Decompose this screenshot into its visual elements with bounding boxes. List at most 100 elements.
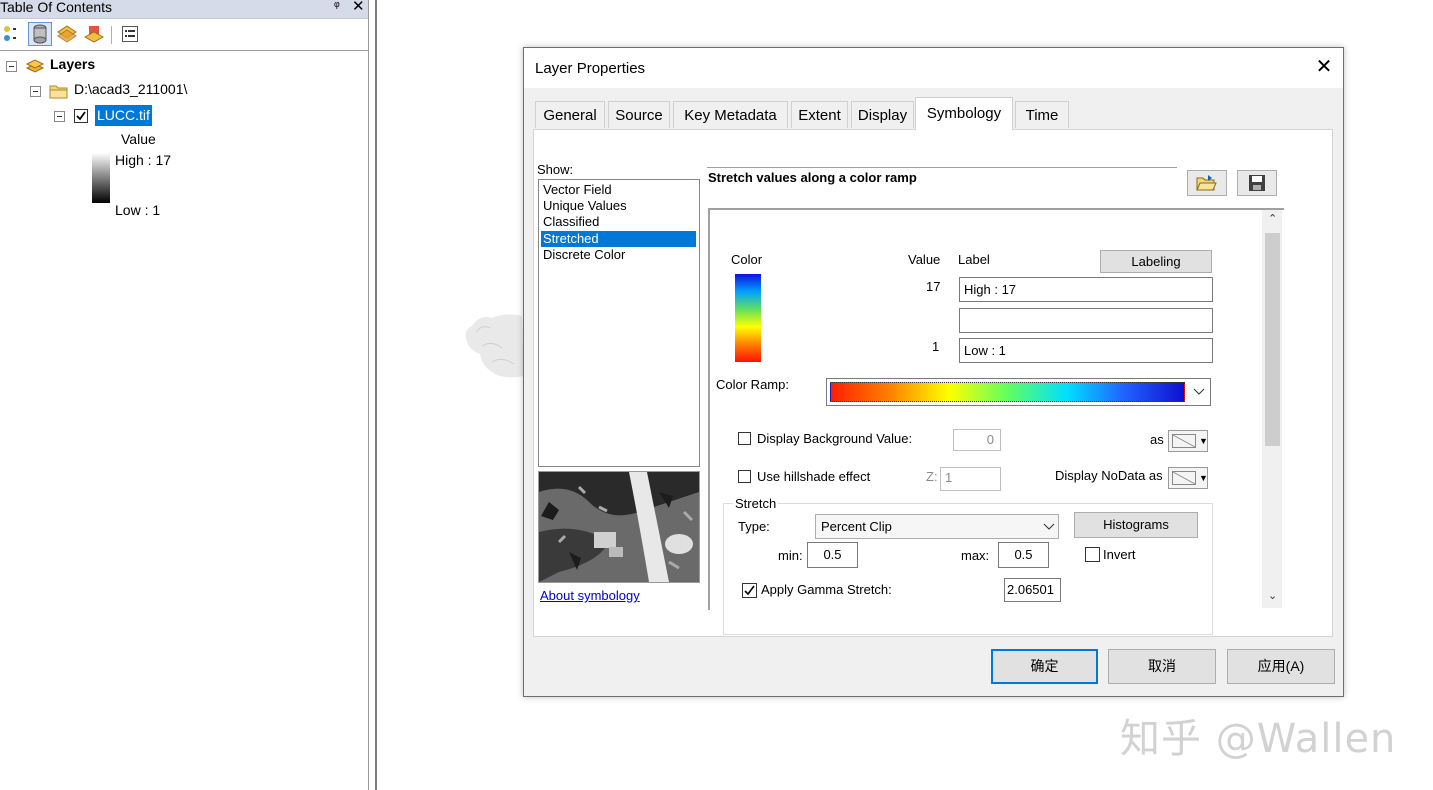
options-icon[interactable] (118, 22, 142, 46)
collapse-layers-icon[interactable] (6, 61, 17, 72)
tab-display[interactable]: Display (851, 101, 914, 128)
labeling-button[interactable]: Labeling (1100, 250, 1212, 273)
invert-checkbox[interactable] (1085, 547, 1100, 562)
layers-icon (25, 59, 45, 73)
layers-label[interactable]: Layers (50, 56, 95, 72)
toc-titlebar: Table Of Contents ᵠ ✕ (0, 0, 368, 19)
low-label-field[interactable]: Low : 1 (959, 338, 1213, 363)
about-symbology-link[interactable]: About symbology (540, 588, 640, 603)
layer-visibility-checkbox[interactable] (74, 109, 88, 123)
no-color-swatch (1172, 471, 1196, 485)
color-ramp-swatch (830, 382, 1185, 402)
z-factor-field[interactable]: 1 (940, 467, 1001, 491)
low-value: 1 (932, 339, 940, 354)
layer-label[interactable]: LUCC.tif (95, 105, 152, 126)
map-features (465, 314, 524, 378)
toc-border (368, 0, 369, 790)
show-item-vector-field[interactable]: Vector Field (541, 182, 696, 198)
folder-label[interactable]: D:\acad3_211001\ (74, 81, 187, 97)
layer-properties-dialog: Layer Properties ✕ General Source Key Me… (523, 47, 1344, 697)
min-field[interactable]: 0.5 (807, 542, 858, 568)
import-symbology-button[interactable] (1187, 170, 1227, 196)
show-item-unique-values[interactable]: Unique Values (541, 198, 696, 214)
cancel-button[interactable]: 取消 (1108, 649, 1216, 684)
collapse-layer-icon[interactable] (54, 111, 65, 122)
background-as-label: as (1150, 432, 1164, 447)
symbology-description: Stretch values along a color ramp (708, 170, 917, 185)
folder-icon (49, 85, 68, 99)
tab-key-metadata[interactable]: Key Metadata (673, 101, 788, 128)
show-list[interactable]: Vector Field Unique Values Classified St… (538, 179, 700, 467)
pin-icon[interactable]: ᵠ (334, 0, 340, 13)
chevron-down-icon (1043, 523, 1055, 530)
no-color-swatch (1172, 434, 1196, 448)
high-value: 17 (926, 279, 941, 294)
stretch-type-label: Type: (738, 519, 770, 534)
gamma-label: Apply Gamma Stretch: (761, 582, 892, 597)
show-item-classified[interactable]: Classified (541, 214, 696, 230)
high-label-field[interactable]: High : 17 (959, 277, 1213, 302)
value-header: Value (908, 252, 941, 267)
label-header: Label (958, 252, 990, 267)
gamma-field[interactable]: 2.06501 (1004, 578, 1061, 602)
max-label: max: (961, 548, 990, 563)
invert-label: Invert (1103, 547, 1136, 562)
dialog-titlebar: Layer Properties ✕ (524, 48, 1343, 88)
list-by-visibility-icon[interactable] (55, 22, 79, 46)
save-icon (1249, 175, 1265, 191)
display-background-checkbox[interactable] (738, 432, 751, 445)
tab-extent[interactable]: Extent (791, 101, 848, 128)
color-ramp-dropdown[interactable] (826, 378, 1211, 406)
tab-time[interactable]: Time (1015, 101, 1069, 128)
dropdown-arrow-icon: ▼ (1199, 436, 1208, 446)
tab-symbology[interactable]: Symbology (915, 97, 1013, 130)
stretch-type-dropdown[interactable]: Percent Clip (815, 514, 1059, 539)
stretch-type-value: Percent Clip (821, 519, 892, 534)
tab-general[interactable]: General (535, 101, 605, 128)
legend-gradient (92, 153, 110, 203)
gamma-checkbox[interactable] (742, 583, 757, 598)
background-color-picker[interactable]: ▼ (1168, 430, 1208, 452)
list-by-drawing-order-icon[interactable] (1, 22, 25, 46)
dropdown-arrow-icon: ▼ (1199, 473, 1208, 483)
color-ramp-label: Color Ramp: (716, 377, 789, 392)
color-ramp-legend (735, 274, 761, 362)
scroll-up-icon[interactable]: ⌃ (1268, 212, 1277, 225)
ok-button[interactable]: 确定 (991, 649, 1098, 684)
tab-source[interactable]: Source (608, 101, 670, 128)
legend-heading: Value (121, 131, 156, 147)
scroll-down-icon[interactable]: ⌄ (1268, 589, 1277, 602)
hillshade-checkbox[interactable] (738, 470, 751, 483)
toc-toolbar (0, 20, 368, 51)
background-value-field[interactable]: 0 (953, 429, 1001, 451)
legend-high-label: High : 17 (115, 152, 172, 168)
toc-title: Table Of Contents (0, 0, 113, 15)
symbology-preview-image (538, 471, 700, 583)
z-label: Z: (926, 469, 938, 484)
description-rule (707, 167, 1177, 168)
dialog-title: Layer Properties (535, 60, 646, 77)
color-header: Color (731, 252, 763, 267)
open-folder-icon (1196, 175, 1217, 191)
display-background-label: Display Background Value: (757, 431, 913, 446)
show-item-discrete-color[interactable]: Discrete Color (541, 247, 696, 263)
toc-panel: Table Of Contents ᵠ ✕ Layers D:\acad3_21… (0, 0, 368, 790)
watermark: 知乎 @Wallen (1120, 716, 1397, 762)
splitter[interactable] (375, 0, 377, 790)
list-by-selection-icon[interactable] (82, 22, 106, 46)
mid-label-field[interactable] (959, 308, 1213, 333)
hillshade-label: Use hillshade effect (757, 469, 871, 484)
histograms-button[interactable]: Histograms (1074, 512, 1198, 538)
show-item-stretched[interactable]: Stretched (541, 231, 696, 247)
collapse-folder-icon[interactable] (30, 86, 41, 97)
list-by-source-icon[interactable] (28, 22, 52, 46)
toc-close-icon[interactable]: ✕ (352, 0, 365, 15)
save-symbology-button[interactable] (1237, 170, 1277, 196)
apply-button[interactable]: 应用(A) (1227, 649, 1335, 684)
toolbar-separator (111, 26, 112, 44)
dialog-close-icon[interactable]: ✕ (1313, 56, 1335, 78)
show-label: Show: (537, 162, 574, 177)
scrollbar-thumb[interactable] (1265, 233, 1280, 446)
nodata-color-picker[interactable]: ▼ (1168, 467, 1208, 489)
max-field[interactable]: 0.5 (998, 542, 1049, 568)
